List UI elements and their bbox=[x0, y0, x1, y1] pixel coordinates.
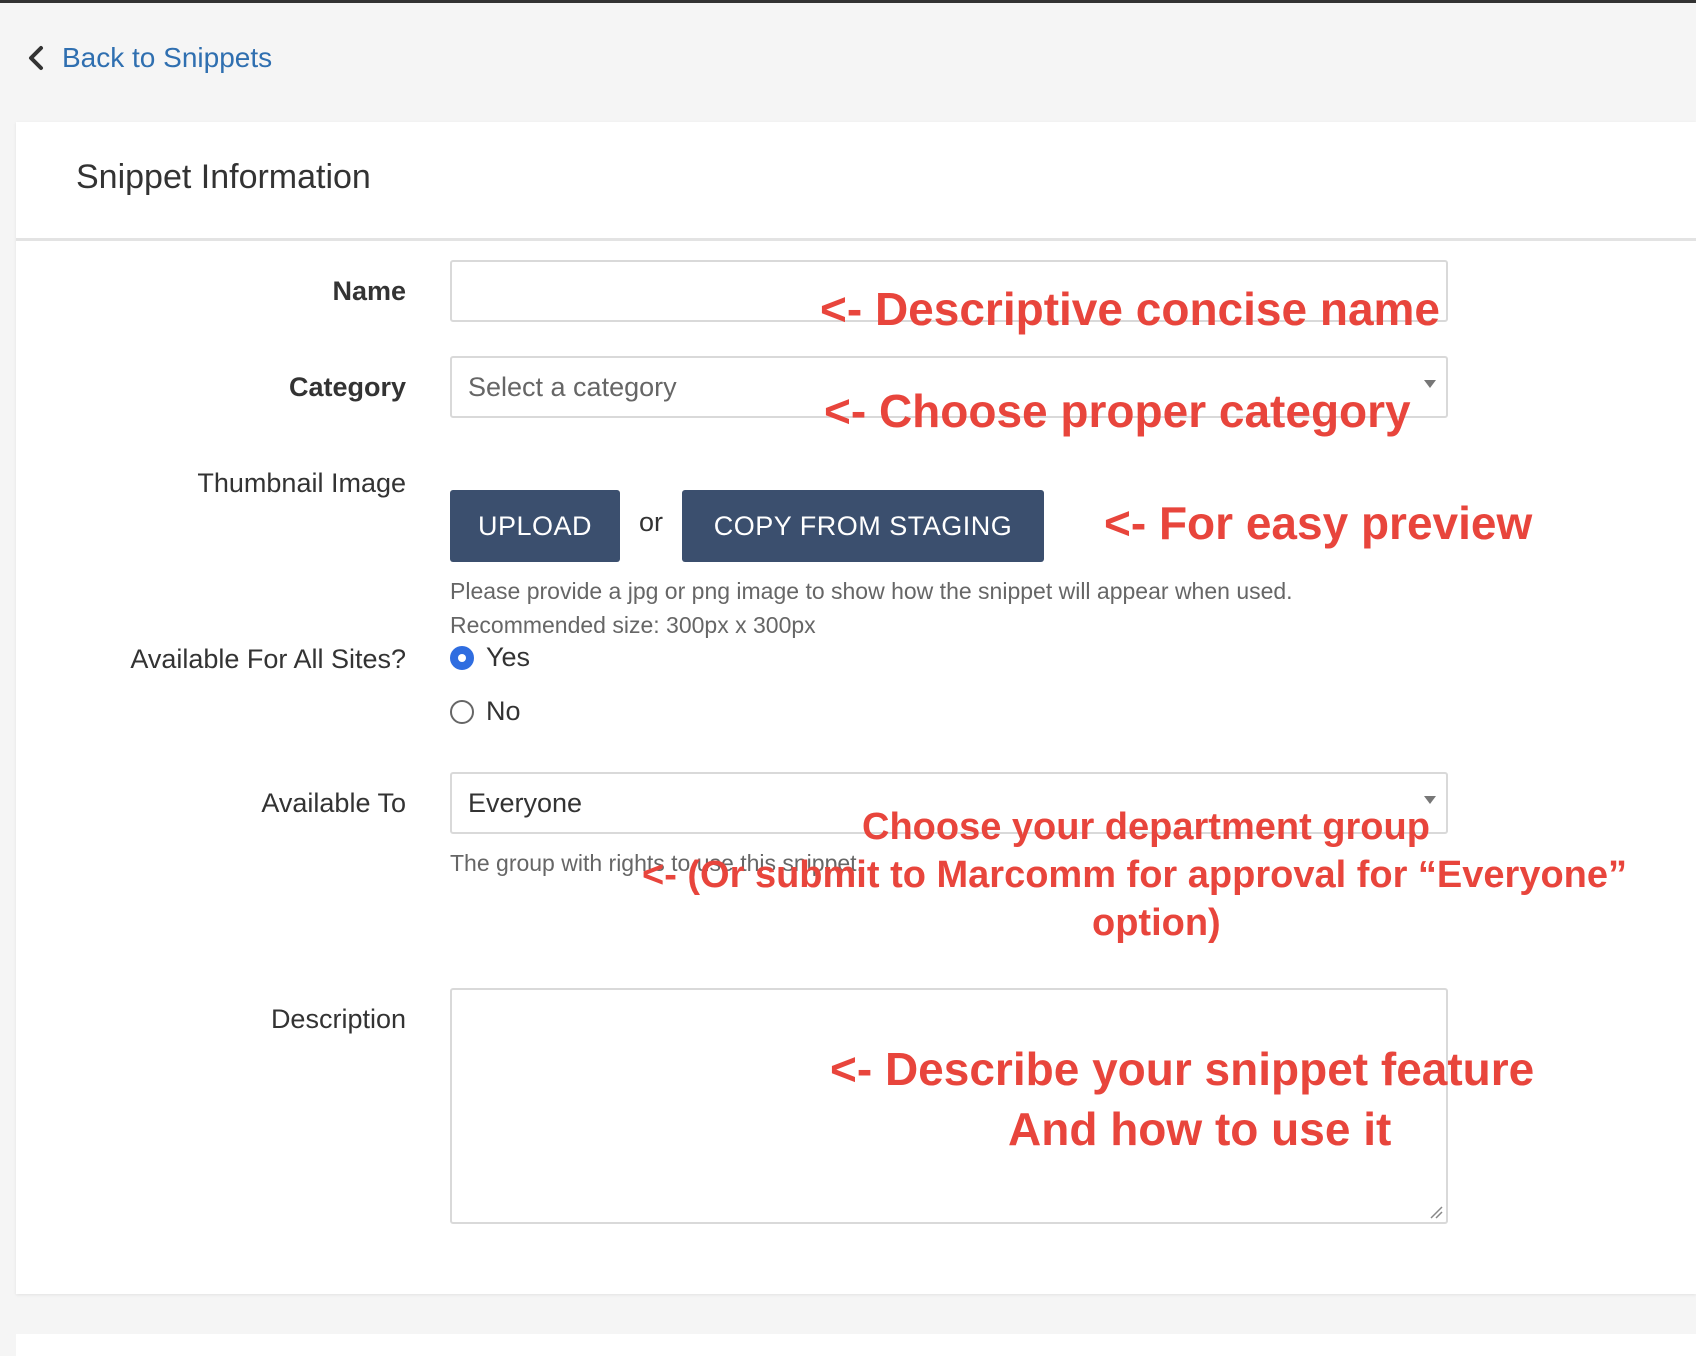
annotation-description-line2: And how to use it bbox=[1008, 1103, 1392, 1155]
annotation-group-line3: option) bbox=[1092, 902, 1221, 944]
card-title: Snippet Information bbox=[76, 158, 371, 196]
back-to-snippets-link[interactable]: Back to Snippets bbox=[22, 42, 272, 74]
available-all-sites-label: Available For All Sites? bbox=[130, 644, 406, 674]
copy-from-staging-button[interactable]: COPY FROM STAGING bbox=[682, 490, 1044, 562]
description-label: Description bbox=[270, 1004, 406, 1034]
top-border bbox=[0, 0, 1696, 3]
chevron-left-icon bbox=[29, 46, 43, 70]
card-header: Snippet Information bbox=[16, 122, 1696, 241]
thumbnail-help-line1: Please provide a jpg or png image to sho… bbox=[450, 578, 1293, 604]
thumbnail-label: Thumbnail Image bbox=[197, 468, 406, 498]
radio-option-no[interactable]: No bbox=[450, 696, 521, 727]
annotation-description-line1: <- Describe your snippet feature bbox=[830, 1043, 1535, 1095]
radio-option-yes[interactable]: Yes bbox=[450, 642, 530, 673]
category-placeholder: Select a category bbox=[468, 372, 677, 402]
annotation-category: <- Choose proper category bbox=[824, 385, 1411, 437]
radio-no-label: No bbox=[486, 696, 521, 726]
annotation-group-line1: Choose your department group bbox=[862, 806, 1430, 848]
available-to-label: Available To bbox=[261, 788, 406, 818]
annotation-name: <- Descriptive concise name bbox=[820, 283, 1441, 335]
or-separator: or bbox=[639, 507, 664, 537]
category-label: Category bbox=[288, 372, 406, 402]
annotation-group-line2: <- (Or submit to Marcomm for approval fo… bbox=[642, 854, 1628, 896]
resize-grip-icon[interactable] bbox=[1429, 1205, 1443, 1219]
caret-down-icon bbox=[1424, 796, 1436, 804]
available-to-value: Everyone bbox=[468, 788, 583, 818]
name-label: Name bbox=[332, 276, 406, 306]
radio-no[interactable] bbox=[450, 699, 474, 724]
radio-yes-checked[interactable] bbox=[450, 645, 474, 670]
radio-yes-label: Yes bbox=[486, 642, 531, 672]
next-card-edge bbox=[16, 1334, 1696, 1356]
thumbnail-help-line2: Recommended size: 300px x 300px bbox=[450, 612, 816, 638]
caret-down-icon bbox=[1424, 380, 1436, 388]
back-link-label: Back to Snippets bbox=[62, 42, 273, 73]
annotation-thumbnail: <- For easy preview bbox=[1104, 497, 1533, 549]
upload-button[interactable]: UPLOAD bbox=[450, 490, 620, 562]
